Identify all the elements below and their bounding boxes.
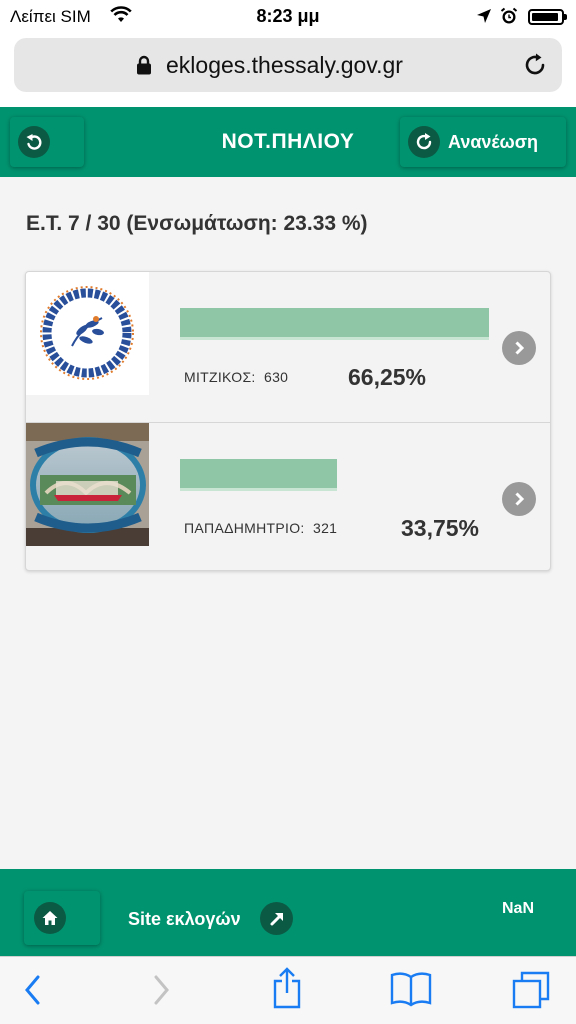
nan-label: NaN bbox=[502, 900, 535, 917]
location-icon bbox=[476, 8, 492, 29]
external-link-icon[interactable] bbox=[260, 902, 293, 935]
candidate-label: ΜΙΤΖΙΚΟΣ: 630 bbox=[184, 369, 288, 385]
party-logo bbox=[26, 423, 149, 546]
home-icon bbox=[34, 902, 66, 934]
vote-percentage: 33,75% bbox=[401, 515, 480, 541]
reload-icon[interactable] bbox=[522, 52, 548, 83]
vote-share-bar bbox=[180, 459, 337, 491]
vote-count: 630 bbox=[263, 369, 289, 385]
results-summary: Ε.Τ. 7 / 30 (Ενσωμάτωση: 23.33 %) bbox=[26, 212, 368, 235]
back-button[interactable] bbox=[10, 117, 84, 167]
back-icon bbox=[18, 126, 50, 158]
lock-icon bbox=[136, 55, 152, 80]
chevron-right-icon[interactable] bbox=[502, 331, 536, 365]
url-text: ekloges.thessaly.gov.gr bbox=[166, 52, 403, 78]
vote-count: 321 bbox=[312, 520, 338, 536]
status-bar: Λείπει SIM 8:23 μμ bbox=[0, 0, 576, 34]
browser-toolbar bbox=[0, 956, 576, 1024]
refresh-label: Ανανέωση bbox=[448, 132, 539, 152]
chevron-right-icon[interactable] bbox=[502, 482, 536, 516]
app-header: ΝΟΤ.ΠΗΛΙΟΥ Ανανέωση bbox=[0, 107, 576, 177]
forward-arrow-icon[interactable] bbox=[150, 973, 172, 1012]
page-title: ΝΟΤ.ΠΗΛΙΟΥ bbox=[221, 130, 355, 153]
battery-icon bbox=[528, 9, 567, 25]
list-item[interactable]: ΜΙΤΖΙΚΟΣ: 630 66,25% bbox=[26, 272, 550, 421]
vote-share-fill bbox=[180, 459, 337, 491]
share-icon[interactable] bbox=[271, 967, 303, 1014]
back-arrow-icon[interactable] bbox=[22, 973, 44, 1012]
refresh-button[interactable]: Ανανέωση bbox=[400, 117, 566, 167]
refresh-icon bbox=[408, 126, 440, 158]
party-logo bbox=[26, 272, 149, 395]
candidate-label: ΠΑΠΑΔΗΜΗΤΡΙΟ: 321 bbox=[184, 520, 337, 536]
elections-site-link[interactable]: Site εκλογών bbox=[128, 909, 241, 930]
home-button[interactable] bbox=[24, 891, 100, 945]
bookmarks-icon[interactable] bbox=[390, 971, 432, 1012]
results-list: ΜΙΤΖΙΚΟΣ: 630 66,25% ΠΑΠΑΔΗΜΗΤΡΙΟ: 321 3… bbox=[25, 271, 551, 571]
candidate-name: ΜΙΤΖΙΚΟΣ: bbox=[184, 369, 256, 385]
address-bar[interactable]: ekloges.thessaly.gov.gr bbox=[14, 38, 562, 92]
browser-chrome: ekloges.thessaly.gov.gr bbox=[0, 34, 576, 107]
vote-percentage: 66,25% bbox=[348, 364, 427, 390]
app-footer: Site εκλογών NaN bbox=[0, 869, 576, 956]
list-item[interactable]: ΠΑΠΑΔΗΜΗΤΡΙΟ: 321 33,75% bbox=[26, 422, 550, 570]
tabs-icon[interactable] bbox=[512, 971, 550, 1014]
vote-share-bar bbox=[180, 308, 489, 340]
candidate-name: ΠΑΠΑΔΗΜΗΤΡΙΟ: bbox=[184, 520, 305, 536]
alarm-icon bbox=[500, 7, 518, 30]
vote-share-fill bbox=[180, 308, 489, 340]
